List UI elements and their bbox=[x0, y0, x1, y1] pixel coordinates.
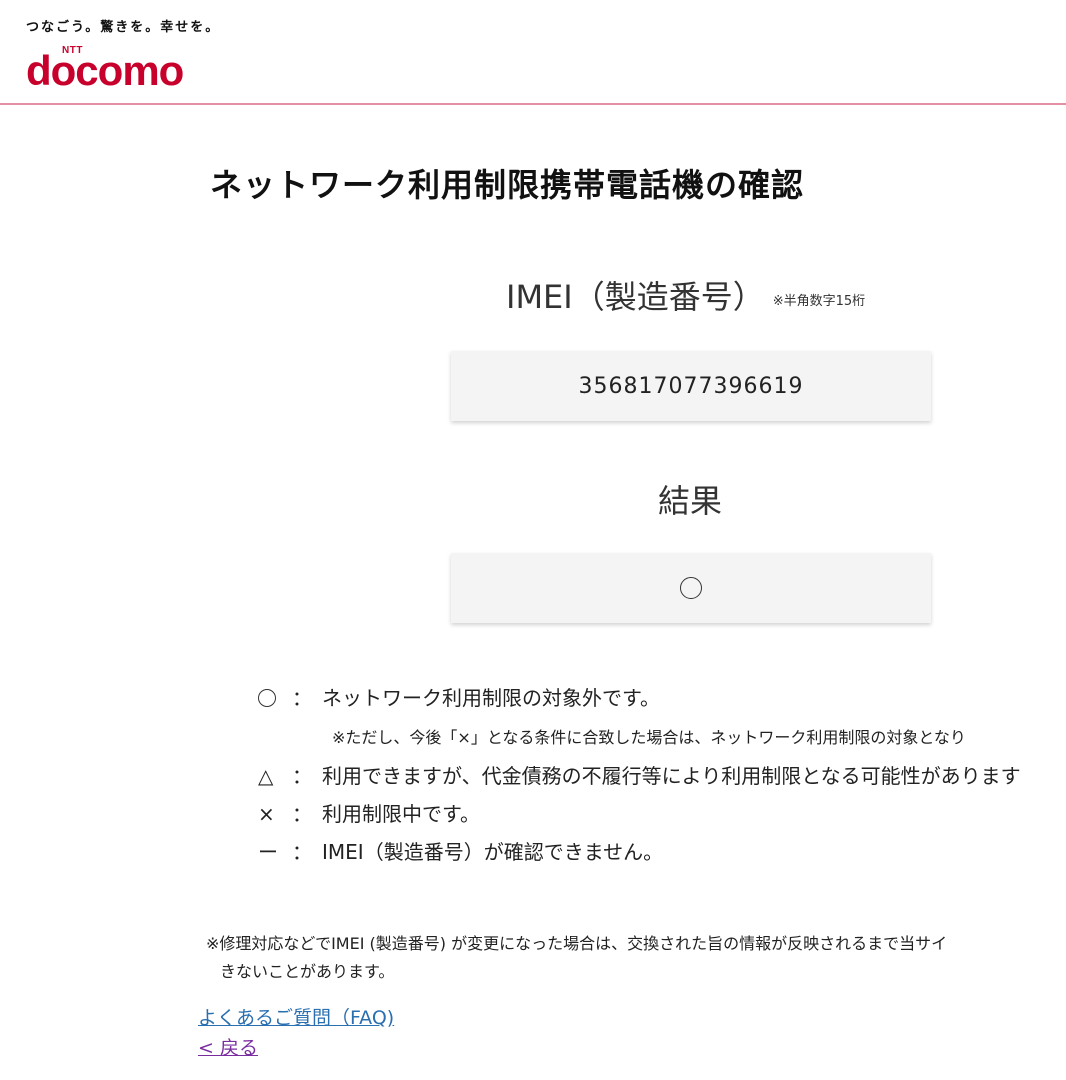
circle-icon bbox=[680, 577, 702, 599]
logo-wordmark: docomo bbox=[26, 47, 184, 94]
legend-text: IMEI（製造番号）が確認できません。 bbox=[322, 840, 664, 864]
legend-symbol bbox=[258, 686, 292, 710]
imei-value: 356817077396619 bbox=[578, 373, 804, 399]
legend-symbol: △ bbox=[258, 764, 274, 788]
legend-row-dash: ー ： IMEI（製造番号）が確認できません。 bbox=[258, 836, 663, 865]
legend-colon: ： bbox=[292, 840, 312, 864]
faq-link[interactable]: よくあるご質問（FAQ) bbox=[198, 1003, 394, 1030]
legend-text: 利用制限中です。 bbox=[322, 802, 480, 826]
footnote-line-1: ※修理対応などでIMEI (製造番号) が変更になった場合は、交換された旨の情報… bbox=[206, 934, 948, 953]
tagline: つなごう。驚きを。幸せを。 bbox=[26, 20, 221, 35]
back-link[interactable]: < 戻る bbox=[198, 1033, 258, 1060]
footnote: ※修理対応などでIMEI (製造番号) が変更になった場合は、交換された旨の情報… bbox=[206, 930, 1066, 986]
result-value-box bbox=[451, 553, 931, 623]
page-title: ネットワーク利用制限携帯電話機の確認 bbox=[210, 166, 805, 204]
legend-colon: ： bbox=[292, 802, 312, 826]
legend-symbol: × bbox=[258, 802, 275, 826]
imei-label: IMEI（製造番号） ※半角数字15桁 bbox=[506, 272, 865, 318]
circle-icon bbox=[258, 689, 276, 707]
docomo-logo[interactable]: NTT docomo bbox=[26, 44, 236, 94]
footnote-line-2: きないことがあります。 bbox=[220, 962, 395, 981]
legend-text: 利用できますが、代金債務の不履行等により利用制限となる可能性があります bbox=[322, 764, 1021, 788]
header-divider bbox=[0, 103, 1066, 105]
legend-symbol: ー bbox=[258, 840, 278, 864]
page: つなごう。驚きを。幸せを。 NTT docomo ネットワーク利用制限携帯電話機… bbox=[0, 0, 1066, 1080]
imei-label-text: IMEI（製造番号） bbox=[506, 278, 765, 316]
legend-colon: ： bbox=[292, 686, 312, 710]
legend-row-cross: × ： 利用制限中です。 bbox=[258, 798, 480, 827]
result-label: 結果 bbox=[658, 482, 723, 520]
legend-circle-note: ※ただし、今後「×」となる条件に合致した場合は、ネットワーク利用制限の対象となり bbox=[332, 728, 966, 747]
imei-note: ※半角数字15桁 bbox=[772, 293, 866, 309]
legend-colon: ： bbox=[292, 764, 312, 788]
legend-row-triangle: △ ： 利用できますが、代金債務の不履行等により利用制限となる可能性があります bbox=[258, 760, 1021, 789]
imei-value-box: 356817077396619 bbox=[451, 351, 931, 421]
legend-text: ネットワーク利用制限の対象外です。 bbox=[322, 686, 660, 710]
legend-row-circle: ： ネットワーク利用制限の対象外です。 bbox=[258, 682, 660, 711]
